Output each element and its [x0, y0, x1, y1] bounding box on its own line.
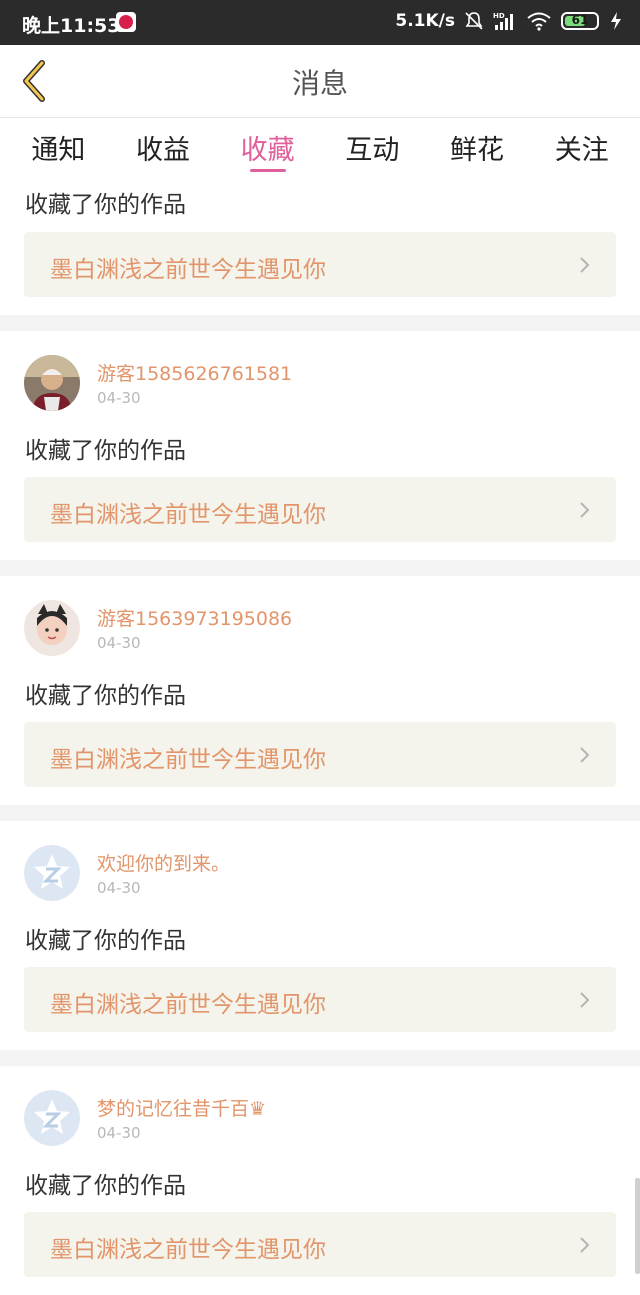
chevron-right-icon — [580, 257, 590, 273]
chevron-right-icon — [580, 1237, 590, 1253]
tab-notifications[interactable]: 通知 — [6, 118, 111, 178]
divider — [0, 560, 640, 576]
message-item: 欢迎你的到来。 04-30 收藏了你的作品 墨白渊浅之前世今生遇见你 — [0, 821, 640, 1050]
default-avatar-icon[interactable] — [24, 1090, 80, 1146]
message-item: 游客1585626761581 04-30 收藏了你的作品 墨白渊浅之前世今生遇… — [0, 331, 640, 560]
action-text: 收藏了你的作品 — [25, 192, 186, 218]
divider — [0, 1050, 640, 1066]
post-date: 04-30 — [97, 634, 141, 652]
default-avatar-icon[interactable] — [24, 845, 80, 901]
avatar[interactable] — [24, 600, 80, 656]
status-bar: 晚上11:53 5.1K/s HD 61 — [0, 0, 640, 45]
svg-text:HD: HD — [493, 12, 505, 20]
tab-bar: 通知 收益 收藏 互动 鲜花 关注 — [0, 118, 640, 178]
work-title: 墨白渊浅之前世今生遇见你 — [50, 992, 326, 1018]
battery-icon: 61 — [561, 12, 599, 30]
action-text: 收藏了你的作品 — [25, 1173, 186, 1199]
charging-icon — [611, 12, 621, 30]
work-link[interactable]: 墨白渊浅之前世今生遇见你 — [24, 1212, 616, 1277]
tab-favorites[interactable]: 收藏 — [215, 118, 320, 178]
divider — [0, 315, 640, 331]
tab-following[interactable]: 关注 — [529, 118, 634, 178]
divider — [0, 805, 640, 821]
message-item: 收藏了你的作品 墨白渊浅之前世今生遇见你 — [0, 178, 640, 315]
tab-flowers[interactable]: 鲜花 — [425, 118, 530, 178]
work-link[interactable]: 墨白渊浅之前世今生遇见你 — [24, 477, 616, 542]
chevron-right-icon — [580, 747, 590, 763]
message-item: 梦的记忆往昔千百♛ 04-30 收藏了你的作品 墨白渊浅之前世今生遇见你 — [0, 1066, 640, 1295]
status-time: 晚上11:53 — [22, 15, 121, 37]
chevron-right-icon — [580, 992, 590, 1008]
post-date: 04-30 — [97, 879, 141, 897]
tab-interactions[interactable]: 互动 — [320, 118, 425, 178]
bell-muted-icon — [465, 12, 483, 30]
chevron-right-icon — [580, 502, 590, 518]
app-notification-icon — [116, 12, 136, 32]
action-text: 收藏了你的作品 — [25, 683, 186, 709]
avatar[interactable] — [24, 355, 80, 411]
user-name[interactable]: 梦的记忆往昔千百♛ — [97, 1094, 266, 1121]
user-name[interactable]: 游客1585626761581 — [97, 359, 292, 386]
work-title: 墨白渊浅之前世今生遇见你 — [50, 747, 326, 773]
signal-icon: HD — [493, 12, 513, 30]
message-feed[interactable]: 收藏了你的作品 墨白渊浅之前世今生遇见你 游客1585626761581 04-… — [0, 178, 640, 1295]
status-indicators: 5.1K/s HD 61 — [395, 11, 624, 31]
post-date: 04-30 — [97, 389, 141, 407]
wifi-icon — [527, 12, 551, 31]
work-link[interactable]: 墨白渊浅之前世今生遇见你 — [24, 232, 616, 297]
back-button[interactable] — [12, 57, 60, 105]
post-date: 04-30 — [97, 1124, 141, 1142]
tab-earnings[interactable]: 收益 — [111, 118, 216, 178]
chevron-left-icon — [23, 60, 45, 102]
scrollbar[interactable] — [635, 1178, 640, 1274]
message-item: 游客1563973195086 04-30 收藏了你的作品 墨白渊浅之前世今生遇… — [0, 576, 640, 805]
work-title: 墨白渊浅之前世今生遇见你 — [50, 1237, 326, 1263]
work-title: 墨白渊浅之前世今生遇见你 — [50, 502, 326, 528]
action-text: 收藏了你的作品 — [25, 928, 186, 954]
header: 消息 — [0, 45, 640, 118]
work-link[interactable]: 墨白渊浅之前世今生遇见你 — [24, 967, 616, 1032]
work-title: 墨白渊浅之前世今生遇见你 — [50, 257, 326, 283]
user-name[interactable]: 欢迎你的到来。 — [97, 849, 230, 876]
work-link[interactable]: 墨白渊浅之前世今生遇见你 — [24, 722, 616, 787]
page-title: 消息 — [291, 67, 348, 100]
network-speed: 5.1K/s — [395, 11, 455, 31]
battery-level: 61 — [571, 13, 589, 27]
action-text: 收藏了你的作品 — [25, 438, 186, 464]
user-name[interactable]: 游客1563973195086 — [97, 604, 292, 631]
